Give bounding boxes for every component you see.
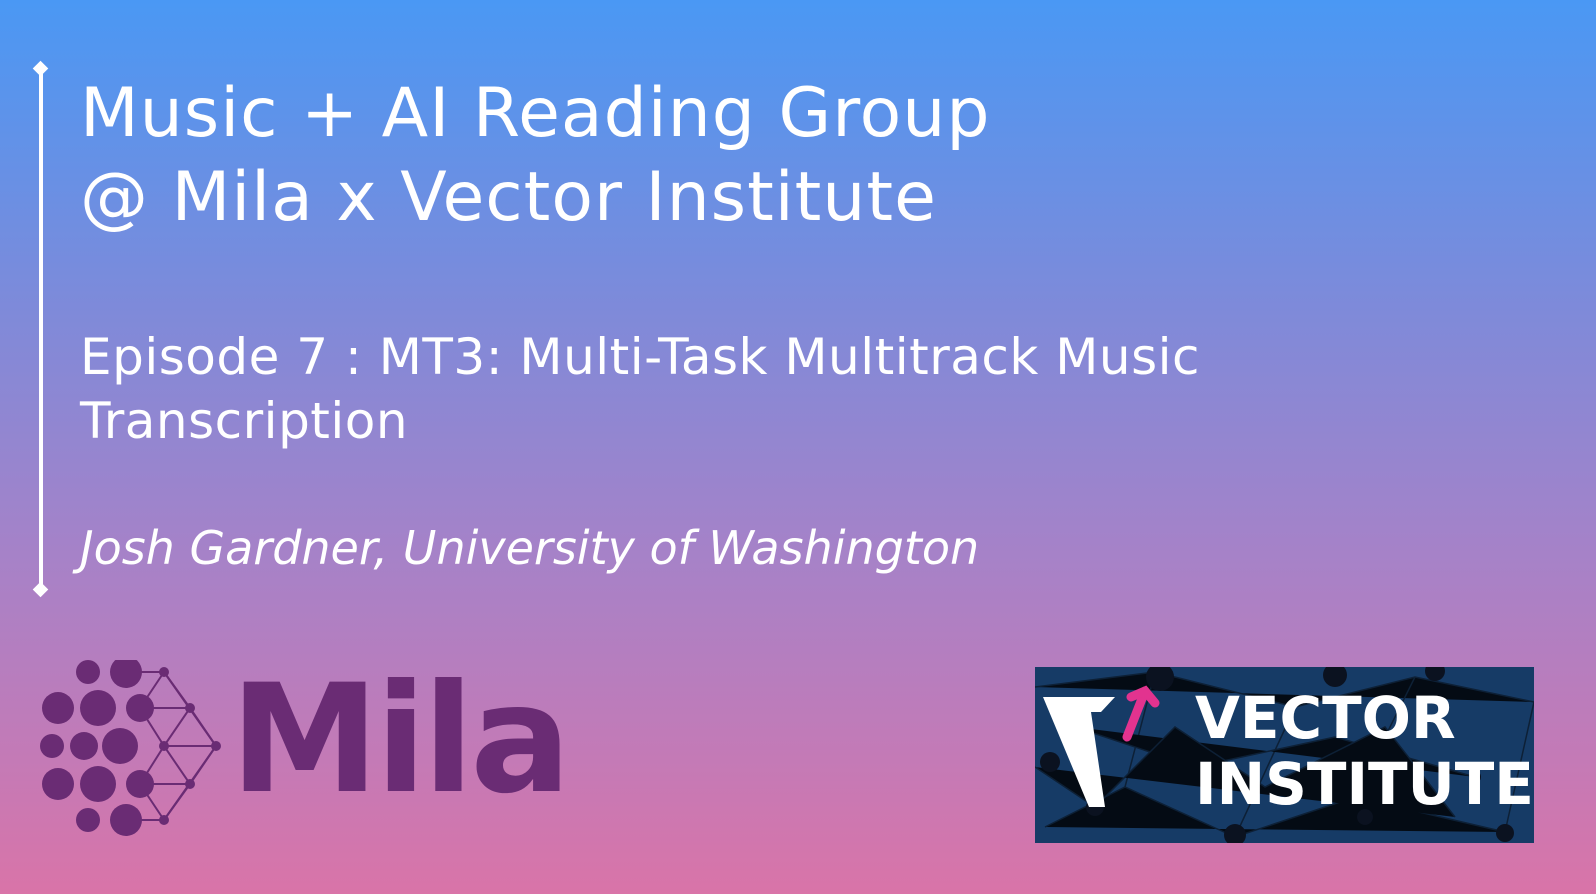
vector-wordmark-line-1: VECTOR [1195,684,1456,752]
slide-title-line-1: Music + AI Reading Group [80,74,991,153]
slide-title-line-2: @ Mila x Vector Institute [80,158,937,237]
speaker-name: Josh Gardner, University of Washington [80,521,980,575]
accent-line [39,70,43,590]
slide-title: Music + AI Reading Group @ Mila x Vector… [80,72,991,240]
episode-title: Episode 7 : MT3: Multi-Task Multitrack M… [80,325,1200,453]
vector-institute-logo: VECTOR INSTITUTE [1035,667,1534,843]
vector-wordmark: VECTOR INSTITUTE [1195,685,1534,817]
vector-arrow-icon [1122,685,1160,742]
episode-title-line-1: Episode 7 : MT3: Multi-Task Multitrack M… [80,328,1201,386]
episode-title-line-2: Transcription [80,392,409,450]
accent-line-top-diamond [32,60,49,77]
mila-wordmark: Mila [230,653,571,827]
accent-line-bottom-diamond [32,581,49,598]
vector-wordmark-line-2: INSTITUTE [1195,750,1534,818]
